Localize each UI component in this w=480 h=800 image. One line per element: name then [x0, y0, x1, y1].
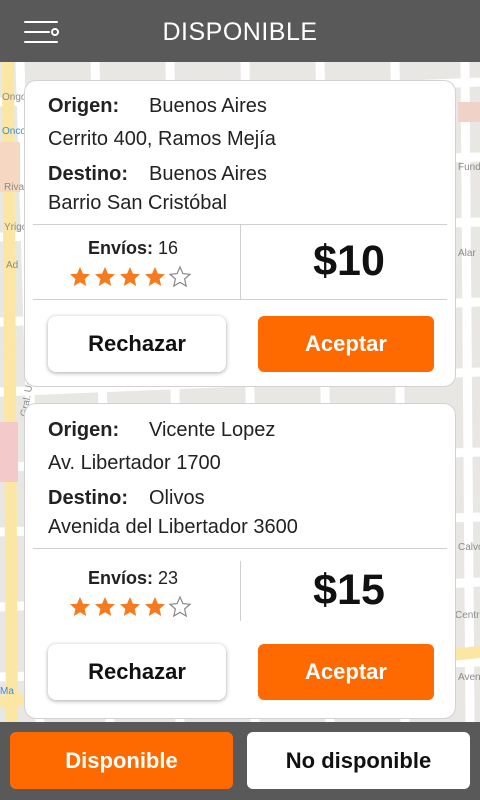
star-filled-icon	[120, 267, 140, 286]
origin-label: Origen:	[48, 95, 120, 117]
origin-row: Origen: Buenos Aires	[48, 95, 428, 121]
destination-city: Buenos Aires	[149, 163, 267, 185]
reject-button[interactable]: Rechazar	[48, 644, 226, 700]
map-label: Ma	[0, 686, 14, 697]
trip-card: Origen: Vicente Lopez Av. Libertador 170…	[24, 403, 456, 719]
page-title: DISPONIBLE	[162, 18, 318, 46]
destination-row: Destino: Olivos	[48, 487, 428, 513]
origin-row: Origen: Vicente Lopez	[48, 419, 428, 445]
destination-row: Destino: Buenos Aires	[48, 163, 428, 189]
unavailable-button[interactable]: No disponible	[247, 732, 470, 789]
destination-label: Destino:	[48, 487, 128, 509]
envios-count: Envíos: 16	[87, 238, 179, 258]
envios-count: Envíos: 23	[87, 568, 179, 588]
star-filled-icon	[145, 267, 165, 286]
star-empty-icon	[168, 595, 192, 618]
rating-stars	[68, 595, 198, 619]
map-label: Fund	[458, 162, 480, 173]
app-header: DISPONIBLE	[0, 0, 480, 62]
origin-label: Origen:	[48, 419, 120, 441]
star-filled-icon	[95, 597, 115, 616]
divider	[33, 299, 447, 300]
price: $10	[313, 237, 385, 285]
map-label: Alar	[458, 248, 476, 259]
availability-bar: Disponible No disponible	[0, 722, 480, 800]
star-filled-icon	[145, 597, 165, 616]
star-filled-icon	[70, 267, 90, 286]
destination-address: Avenida del Libertador 3600	[48, 516, 298, 538]
available-button[interactable]: Disponible	[10, 732, 233, 789]
accept-button[interactable]: Aceptar	[258, 316, 434, 372]
star-filled-icon	[95, 267, 115, 286]
map-label: Centro Río	[455, 610, 480, 621]
map-label: Aven	[458, 672, 480, 683]
map-label: Ad	[6, 260, 19, 271]
star-empty-icon	[168, 265, 192, 288]
divider	[33, 548, 447, 549]
origin-city: Buenos Aires	[149, 95, 267, 117]
map-label: Calvo	[458, 542, 480, 553]
star-filled-icon	[120, 597, 140, 616]
accept-button[interactable]: Aceptar	[258, 644, 434, 700]
destination-address: Barrio San Cristóbal	[48, 192, 227, 214]
destination-city: Olivos	[149, 487, 205, 509]
origin-address: Cerrito 400, Ramos Mejía	[48, 128, 276, 150]
trip-card: Origen: Buenos Aires Cerrito 400, Ramos …	[24, 80, 456, 387]
reject-button[interactable]: Rechazar	[48, 316, 226, 372]
origin-address: Av. Libertador 1700	[48, 452, 221, 474]
origin-city: Vicente Lopez	[149, 419, 276, 441]
rating-stars	[68, 265, 198, 289]
destination-label: Destino:	[48, 163, 128, 185]
price: $15	[313, 566, 385, 614]
star-filled-icon	[70, 597, 90, 616]
